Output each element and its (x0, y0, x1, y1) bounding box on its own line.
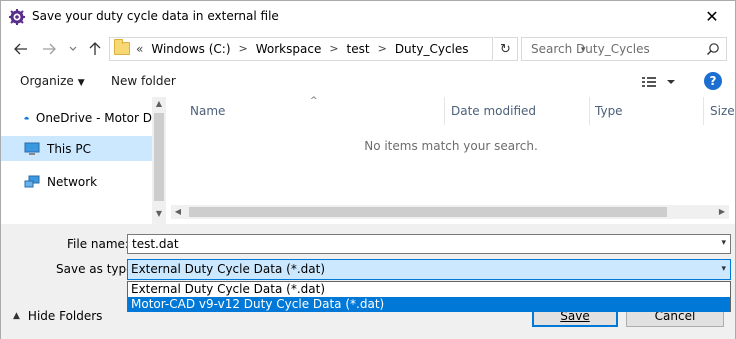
command-bar: Organize ▼ New folder ? (1, 66, 735, 97)
file-name-value: test.dat (132, 237, 179, 251)
sidebar-item-this-pc[interactable]: This PC (1, 136, 152, 161)
navigation-pane: OneDrive - Motor D This PC Network ▲ ▼ (1, 97, 166, 224)
scrollbar-thumb[interactable] (154, 113, 164, 201)
recent-locations-button[interactable] (63, 39, 83, 59)
address-row: « Windows (C:) > Workspace > test > Duty… (1, 32, 735, 66)
breadcrumb-item[interactable]: Windows (C:) (151, 42, 230, 56)
save-type-dropdown-list: External Duty Cycle Data (*.dat) Motor-C… (127, 281, 731, 312)
chevron-down-icon[interactable]: ▾ (721, 238, 726, 248)
vertical-scrollbar[interactable]: ▲ ▼ (152, 97, 166, 224)
scroll-down-icon[interactable]: ▼ (152, 209, 166, 218)
window-title: Save your duty cycle data in external fi… (32, 9, 279, 23)
file-list: ^ Name Date modified Type Size No items … (167, 96, 735, 224)
sidebar-item-network[interactable]: Network (1, 169, 152, 194)
new-folder-button[interactable]: New folder (111, 74, 176, 88)
column-divider[interactable] (444, 97, 445, 125)
arrow-up-icon (89, 42, 101, 55)
sidebar-item-label: This PC (47, 141, 91, 156)
sort-ascending-icon: ^ (310, 96, 318, 106)
breadcrumb: « Windows (C:) > Workspace > test > Duty… (136, 42, 469, 56)
sidebar-item-label: OneDrive - Motor D (35, 110, 152, 125)
column-header-name[interactable]: Name (190, 97, 225, 125)
up-button[interactable] (85, 39, 105, 59)
save-type-label: Save as type: (56, 262, 138, 276)
search-icon (707, 43, 719, 55)
save-dialog: Save your duty cycle data in external fi… (0, 0, 736, 339)
column-divider[interactable] (703, 97, 704, 125)
change-view-button[interactable] (641, 72, 681, 92)
search-placeholder: Search Duty_Cycles (531, 42, 650, 56)
chevron-right-icon: > (238, 42, 248, 55)
hide-folders-button[interactable]: ▲ Hide Folders (13, 309, 102, 323)
horizontal-scrollbar[interactable]: ◀ ▶ (171, 205, 729, 219)
back-button[interactable] (11, 39, 31, 59)
arrow-left-icon (14, 43, 27, 55)
app-gear-icon (9, 9, 25, 25)
scrollbar-thumb[interactable] (189, 207, 667, 217)
breadcrumb-item[interactable]: Workspace (256, 42, 322, 56)
title-bar: Save your duty cycle data in external fi… (1, 1, 735, 32)
refresh-icon: ↻ (500, 41, 511, 57)
column-header-size[interactable]: Size (710, 97, 735, 125)
column-header-date-modified[interactable]: Date modified (451, 97, 536, 125)
close-button[interactable]: ✕ (689, 1, 735, 32)
save-type-value: External Duty Cycle Data (*.dat) (131, 262, 325, 276)
sidebar-item-label: Network (47, 174, 98, 189)
details-view-icon (642, 77, 675, 87)
chevron-right-icon: > (329, 42, 339, 55)
hide-folders-label: Hide Folders (27, 309, 103, 323)
chevron-right-icon: > (377, 42, 387, 55)
caret-down-icon: ▼ (77, 78, 85, 88)
organize-label: Organize (20, 74, 74, 88)
column-header-type[interactable]: Type (595, 97, 623, 125)
refresh-button[interactable]: ↻ (494, 37, 518, 61)
breadcrumb-overflow[interactable]: « (136, 42, 143, 56)
arrow-right-icon (43, 43, 56, 55)
chevron-down-icon[interactable]: ▾ (721, 264, 726, 274)
dropdown-option[interactable]: External Duty Cycle Data (*.dat) (128, 282, 730, 297)
breadcrumb-item[interactable]: Duty_Cycles (395, 42, 469, 56)
column-divider[interactable] (589, 97, 590, 125)
forward-button[interactable] (39, 39, 59, 59)
breadcrumb-item[interactable]: test (347, 42, 370, 56)
address-bar[interactable]: « Windows (C:) > Workspace > test > Duty… (109, 37, 586, 61)
cloud-icon (24, 116, 29, 120)
file-name-field[interactable]: test.dat ▾ (127, 234, 731, 254)
search-input[interactable]: Search Duty_Cycles (521, 37, 727, 61)
sidebar-item-onedrive[interactable]: OneDrive - Motor D (1, 105, 152, 130)
network-icon (24, 175, 40, 187)
close-icon: ✕ (705, 7, 719, 26)
organize-button[interactable]: Organize ▼ (20, 74, 85, 88)
help-button[interactable]: ? (704, 72, 722, 90)
empty-message: No items match your search. (364, 139, 538, 153)
folder-icon (114, 39, 130, 55)
computer-icon (24, 142, 40, 155)
chevron-up-icon: ▲ (13, 311, 20, 321)
dropdown-option-highlighted[interactable]: Motor-CAD v9-v12 Duty Cycle Data (*.dat) (128, 297, 730, 312)
scroll-up-icon[interactable]: ▲ (152, 99, 166, 108)
scroll-right-icon[interactable]: ▶ (715, 205, 729, 219)
scroll-left-icon[interactable]: ◀ (171, 205, 185, 219)
chevron-down-icon (69, 46, 77, 51)
save-type-select[interactable]: External Duty Cycle Data (*.dat) ▾ (127, 259, 731, 280)
file-name-label: File name: (67, 237, 129, 251)
